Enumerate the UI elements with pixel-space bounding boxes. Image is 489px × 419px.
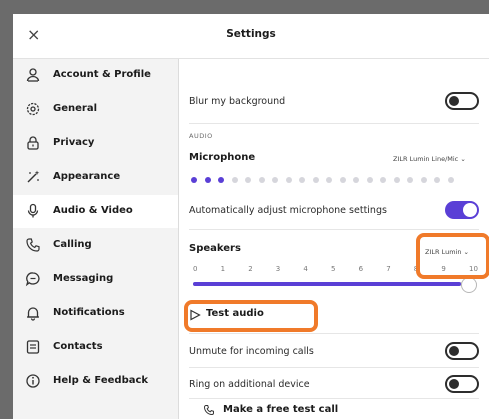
- speaker-volume-tick: 2: [248, 265, 253, 273]
- title-bar: × Settings: [13, 14, 489, 59]
- unmute-incoming-label: Unmute for incoming calls: [189, 346, 314, 357]
- speaker-volume-tick: 1: [220, 265, 226, 273]
- bell-icon: [27, 307, 39, 321]
- test-call-label: Make a free test call: [223, 404, 339, 415]
- speaker-volume-tick: 3: [275, 265, 281, 273]
- section-divider: [189, 367, 479, 368]
- auto-adjust-label: Automatically adjust microphone settings: [189, 205, 387, 216]
- mic-level-dot: [299, 177, 305, 183]
- speaker-volume-tick: 7: [386, 265, 391, 273]
- sidebar-item-notifications[interactable]: Notifications: [13, 297, 178, 330]
- mic-level-dot: [285, 177, 292, 183]
- microphone-device-value: ZILR Lumin Line/Mic: [393, 155, 459, 163]
- sidebar-item-label: General: [53, 103, 97, 114]
- test-call-link[interactable]: Make a free test call: [203, 403, 373, 419]
- sidebar-item-help-feedback[interactable]: Help & Feedback: [13, 365, 178, 398]
- sidebar-item-contacts[interactable]: Contacts: [13, 331, 178, 364]
- sidebar-item-calling[interactable]: Calling: [13, 229, 178, 262]
- settings-sidebar: Account & Profile General Privacy Appear…: [13, 59, 179, 419]
- mic-level-dot: [272, 177, 278, 183]
- section-divider: [189, 123, 479, 124]
- chevron-down-icon: ⌄: [460, 155, 466, 163]
- mic-level-dot: [380, 177, 386, 183]
- phone-icon: [26, 238, 40, 252]
- sidebar-item-label: Help & Feedback: [53, 375, 149, 386]
- sidebar-item-label: Calling: [53, 239, 92, 250]
- speaker-volume-thumb[interactable]: [461, 277, 477, 293]
- mic-level-dot: [447, 177, 454, 183]
- window-title: Settings: [226, 28, 276, 40]
- speaker-volume-tick: 0: [193, 265, 198, 273]
- mic-level-dot: [245, 177, 251, 183]
- speaker-volume-tick: 6: [358, 265, 364, 273]
- section-divider: [189, 398, 479, 399]
- sidebar-item-label: Privacy: [53, 137, 95, 148]
- mic-level-dot: [258, 177, 265, 183]
- phone-icon: [204, 405, 214, 415]
- sidebar-item-label: Contacts: [53, 341, 103, 352]
- test-audio-highlight-box: [184, 300, 318, 332]
- sidebar-item-label: Appearance: [53, 171, 121, 182]
- speakers-label: Speakers: [189, 243, 241, 254]
- mic-level-dot: [312, 177, 319, 183]
- speaker-volume-tick: 5: [331, 265, 336, 273]
- mic-level-dot: [407, 177, 413, 183]
- info-icon: [26, 374, 40, 388]
- sidebar-item-messaging[interactable]: Messaging: [13, 263, 178, 296]
- toggle-knob: [463, 203, 477, 217]
- sidebar-item-privacy[interactable]: Privacy: [13, 127, 178, 160]
- person-icon: [26, 68, 40, 82]
- gear-icon: [26, 102, 40, 116]
- mic-level-dot: [204, 177, 211, 183]
- speaker-volume-tick: 4: [303, 265, 308, 273]
- mic-level-dot: [218, 177, 224, 183]
- sidebar-item-audio-video[interactable]: Audio & Video: [13, 195, 178, 228]
- mic-level-dot: [353, 177, 359, 183]
- audio-video-panel: Blur my background AUDIO Microphone ZILR…: [179, 59, 489, 419]
- contacts-icon: [26, 340, 40, 354]
- microphone-device-select[interactable]: ZILR Lumin Line/Mic ⌄: [393, 155, 466, 163]
- mic-level-dot: [231, 177, 238, 183]
- settings-window: × Settings Account & Profile General Pri…: [13, 14, 489, 419]
- sidebar-item-account-profile[interactable]: Account & Profile: [13, 59, 178, 92]
- toggle-knob: [449, 346, 459, 356]
- chat-icon: [25, 272, 40, 287]
- sidebar-item-general[interactable]: General: [13, 93, 178, 126]
- mic-level-dot: [326, 177, 332, 183]
- mic-level-dot: [393, 177, 400, 183]
- mic-level-dot: [434, 177, 440, 183]
- section-divider: [189, 229, 479, 230]
- mic-level-dot: [191, 177, 197, 183]
- speaker-volume-fill: [193, 282, 461, 286]
- auto-adjust-toggle[interactable]: [445, 201, 479, 219]
- mic-level-dot: [339, 177, 346, 183]
- sidebar-item-label: Account & Profile: [53, 69, 151, 80]
- magic-wand-icon: [27, 170, 40, 183]
- ring-additional-device-label: Ring on additional device: [189, 379, 310, 390]
- microphone-label: Microphone: [189, 152, 256, 163]
- blur-background-label: Blur my background: [189, 96, 286, 107]
- sidebar-item-label: Audio & Video: [53, 205, 133, 216]
- mic-level-dot: [366, 177, 373, 183]
- ring-additional-device-toggle[interactable]: [445, 375, 479, 393]
- unmute-incoming-toggle[interactable]: [445, 342, 479, 360]
- sidebar-item-appearance[interactable]: Appearance: [13, 161, 178, 194]
- sidebar-item-label: Notifications: [53, 307, 125, 318]
- speakers-highlight-box: [416, 233, 489, 279]
- toggle-knob: [449, 96, 459, 106]
- lock-icon: [27, 136, 39, 150]
- section-divider: [189, 333, 479, 334]
- sidebar-item-label: Messaging: [53, 273, 114, 284]
- microphone-icon: [27, 203, 39, 218]
- mic-level-dot: [420, 177, 427, 183]
- blur-background-toggle[interactable]: [445, 92, 479, 110]
- audio-section-heading: AUDIO: [189, 132, 213, 140]
- toggle-knob: [449, 379, 459, 389]
